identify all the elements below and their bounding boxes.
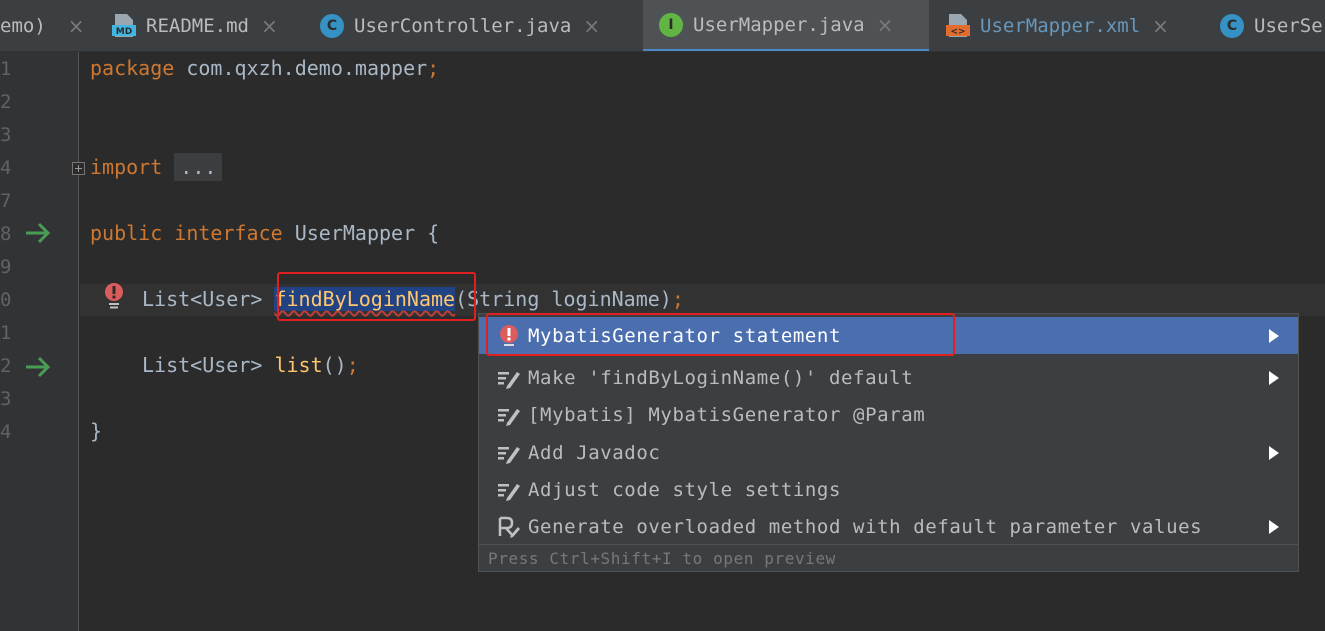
intention-icon [498,408,520,426]
line-number: 4 [0,421,12,443]
code-line-12: List<User> list(); [142,353,359,377]
tab-user-service[interactable]: C UserSe [1220,0,1323,51]
close-icon[interactable]: × [583,14,600,38]
code-line-4: import ... [90,153,223,181]
code-line-14: } [90,419,103,443]
menu-item-add-javadoc[interactable]: Add Javadoc [479,434,1298,471]
line-number: 1 [0,322,12,344]
intention-icon [498,446,520,464]
tab-label: README.md [146,15,249,37]
submenu-arrow-icon [1269,445,1279,460]
line-number: 3 [0,388,12,410]
class-icon-letter: C [1220,14,1244,38]
code-line-1: package com.qxzh.demo.mapper; [90,56,440,80]
editor-gutter: 1 2 3 4 7 8 9 0 1 2 3 4 [0,52,79,631]
class-icon: C [1220,14,1244,38]
tab-user-controller[interactable]: C UserController.java × [320,0,600,51]
line-number: 9 [0,256,12,278]
intention-icon [498,371,520,389]
submenu-arrow-icon [1269,370,1279,385]
menu-item-label: Generate overloaded method with default … [528,515,1203,538]
tab-label: UserSe [1254,15,1323,37]
tab-label: UserMapper.xml [980,15,1141,37]
implemented-arrow-icon[interactable] [24,220,54,246]
tab-label: UserController.java [354,15,572,37]
tab-readme[interactable]: MD README.md × [112,0,278,51]
folded-imports[interactable]: ... [174,153,223,181]
code-line-8: public interface UserMapper { [90,221,440,245]
line-number: 1 [0,58,12,80]
line-number: 7 [0,190,12,212]
xml-icon-letters: <> [950,27,965,37]
markdown-file-icon: MD [112,14,136,38]
tab-user-mapper-xml[interactable]: <> UserMapper.xml × [946,0,1169,51]
menu-item-make-default[interactable]: Make 'findByLoginName()' default [479,359,1298,396]
menu-item-generate-overloaded[interactable]: Generate overloaded method with default … [479,508,1298,545]
popup-footer-hint: Press Ctrl+Shift+I to open preview [479,544,1298,571]
line-number: 4 [0,157,12,179]
fold-toggle-icon[interactable] [72,162,85,175]
class-icon: C [320,14,344,38]
line-number: 2 [0,355,12,377]
menu-item-highlight-box [486,313,955,356]
menu-item-adjust-code-style[interactable]: Adjust code style settings [479,471,1298,508]
submenu-arrow-icon [1269,519,1279,534]
markdown-icon-letters: MD [116,27,132,37]
error-bulb-icon[interactable] [104,282,124,310]
tab-label: emo) [0,15,46,37]
editor-tab-bar: emo) × MD README.md × C UserController.j… [0,0,1325,52]
menu-item-label: [Mybatis] MybatisGenerator @Param [528,403,926,426]
interface-icon-letter: I [659,12,683,37]
line-number: 3 [0,124,12,146]
tab-demo[interactable]: emo) × [0,0,85,51]
line-number: 2 [0,91,12,113]
interface-icon: I [659,12,683,37]
close-icon[interactable]: × [68,14,85,38]
intention-icon [498,483,520,501]
close-icon[interactable]: × [261,14,278,38]
close-icon[interactable]: × [1152,14,1169,38]
menu-item-label: Make 'findByLoginName()' default [528,366,914,389]
xml-file-icon: <> [946,14,970,38]
tab-label: UserMapper.java [693,13,865,36]
tab-user-mapper-java[interactable]: I UserMapper.java × [643,0,929,51]
line-number: 0 [0,289,12,311]
menu-item-label: Adjust code style settings [528,478,842,501]
method-highlight-box [277,272,476,321]
implemented-arrow-icon[interactable] [24,354,54,380]
menu-item-label: Add Javadoc [528,441,661,464]
close-icon[interactable]: × [877,13,894,37]
menu-item-mybatis-param[interactable]: [Mybatis] MybatisGenerator @Param [479,396,1298,433]
class-icon-letter: C [320,14,344,38]
submenu-arrow-icon [1269,328,1279,343]
refactor-icon [498,516,520,538]
line-number: 8 [0,223,12,245]
